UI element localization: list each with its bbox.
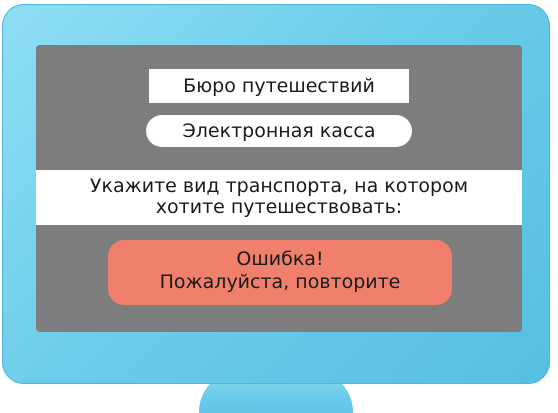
travel-bureau-title: Бюро путешествий xyxy=(149,69,409,103)
transport-prompt-line-1: Укажите вид транспорта, на котором xyxy=(89,175,469,197)
error-retry-text: Пожалуйста, повторите xyxy=(159,271,401,293)
electronic-cashier-label: Электронная касса xyxy=(146,115,412,147)
error-message: Ошибка! Пожалуйста, повторите xyxy=(108,240,452,305)
kiosk-screen: Бюро путешествий Электронная касса Укажи… xyxy=(36,45,522,332)
error-title: Ошибка! xyxy=(236,248,324,270)
kiosk-illustration: Бюро путешествий Электронная касса Укажи… xyxy=(0,0,558,413)
transport-prompt-line-2: хотите путешествовать: xyxy=(155,196,403,218)
transport-prompt: Укажите вид транспорта, на котором хотит… xyxy=(36,170,522,225)
monitor-bezel: Бюро путешествий Электронная касса Укажи… xyxy=(2,4,550,384)
